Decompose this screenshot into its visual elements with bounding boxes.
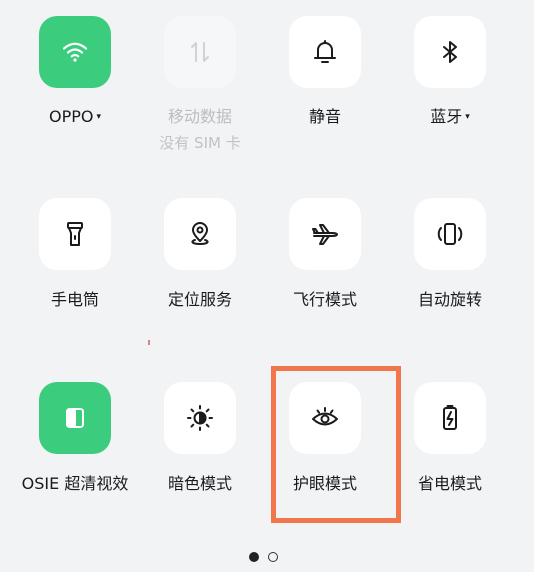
flashlight-tile[interactable]: [39, 198, 111, 270]
bell-icon: [309, 36, 341, 68]
bluetooth-dropdown-caret[interactable]: ▾: [465, 112, 470, 122]
flashlight-icon: [59, 218, 91, 250]
mobile-data-label: 移动数据: [167, 107, 232, 126]
mobile-data-tile[interactable]: [164, 16, 236, 88]
power-saving-tile[interactable]: [414, 382, 486, 454]
power-saving-label: 省电模式: [417, 474, 482, 493]
bluetooth-tile[interactable]: [414, 16, 486, 88]
mobile-data-sublabel: 没有 SIM 卡: [159, 134, 241, 152]
dark-mode-sun-icon: [184, 402, 216, 434]
battery-bolt-icon: [434, 402, 466, 434]
bluetooth-icon: [434, 36, 466, 68]
location-label: 定位服务: [167, 290, 232, 309]
auto-rotate-tile[interactable]: [414, 198, 486, 270]
mute-label: 静音: [308, 107, 341, 126]
dark-mode-tile[interactable]: [164, 382, 236, 454]
stray-mark: [148, 340, 150, 345]
mobile-data-arrows-icon: [184, 36, 216, 68]
page-indicator-2[interactable]: [268, 552, 278, 562]
osie-display-icon: [59, 402, 91, 434]
wifi-dropdown-caret[interactable]: ▾: [96, 112, 101, 122]
mute-tile[interactable]: [289, 16, 361, 88]
eye-comfort-highlight-box: [271, 366, 401, 523]
airplane-icon: [309, 218, 341, 250]
wifi-label[interactable]: OPPO ▾: [10, 107, 140, 127]
osie-label: OSIE 超清视效: [21, 474, 129, 493]
airplane-label: 飞行模式: [292, 290, 357, 309]
flashlight-label: 手电筒: [50, 290, 99, 309]
location-tile[interactable]: [164, 198, 236, 270]
page-indicator-1[interactable]: [249, 552, 259, 562]
location-pin-icon: [184, 218, 216, 250]
osie-tile[interactable]: [39, 382, 111, 454]
bluetooth-label[interactable]: 蓝牙 ▾: [385, 107, 515, 127]
auto-rotate-label: 自动旋转: [417, 290, 482, 309]
wifi-icon: [59, 36, 91, 68]
dark-mode-label: 暗色模式: [167, 474, 232, 493]
rotate-phone-icon: [434, 218, 466, 250]
wifi-tile[interactable]: [39, 16, 111, 88]
airplane-tile[interactable]: [289, 198, 361, 270]
